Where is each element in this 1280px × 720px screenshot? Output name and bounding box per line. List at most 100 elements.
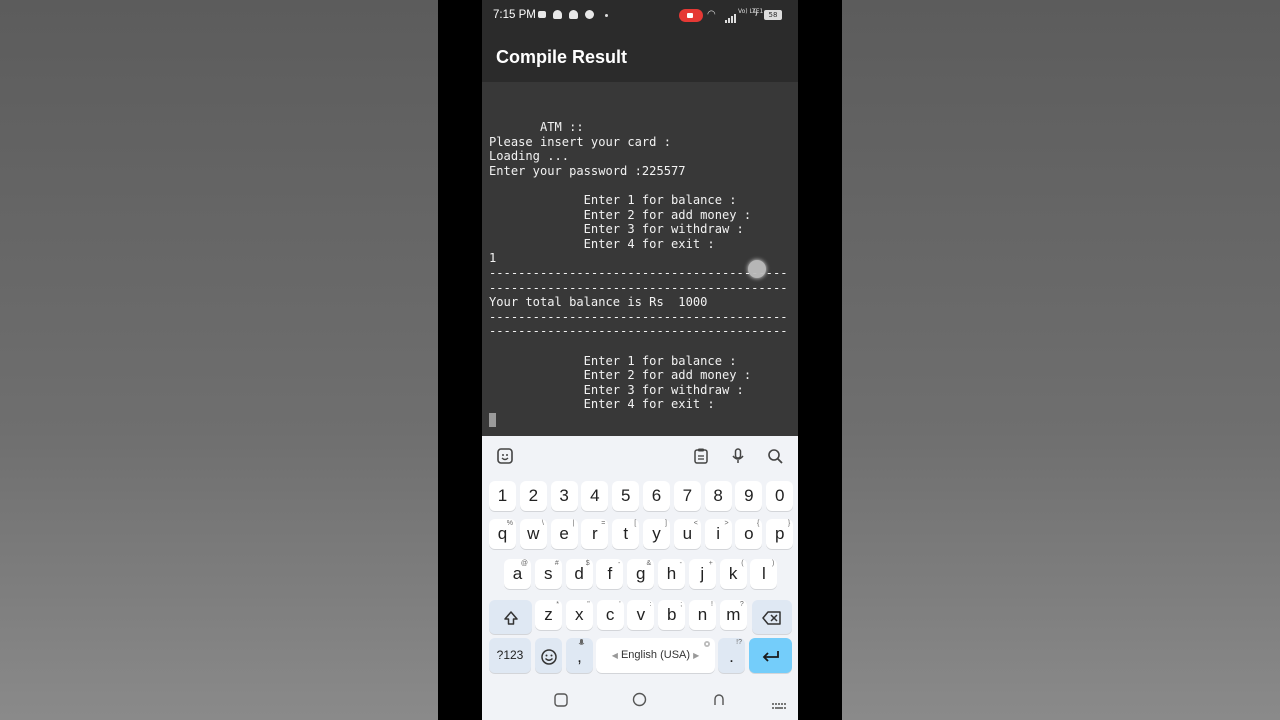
settings-small-icon xyxy=(703,640,711,651)
symbols-key[interactable]: ?123 xyxy=(489,638,531,673)
touch-indicator xyxy=(748,260,766,278)
navigation-bar xyxy=(482,682,798,720)
network-type: Vo) LTE1 xyxy=(738,8,764,15)
key-secondary-label: ! xyxy=(711,601,713,608)
key-secondary-label: ] xyxy=(665,520,667,527)
key-label: v xyxy=(636,605,646,624)
key-c[interactable]: c ' xyxy=(596,600,624,630)
shift-key[interactable] xyxy=(489,600,532,634)
backspace-key[interactable] xyxy=(752,600,792,634)
key-label: 1 xyxy=(497,486,508,505)
message-icon xyxy=(585,10,594,19)
key-label: b xyxy=(666,605,677,624)
key-secondary-label: } xyxy=(787,520,791,527)
key-p[interactable]: p} xyxy=(766,519,794,549)
key-label: 3 xyxy=(559,486,569,505)
charging-icon: ϟ xyxy=(752,8,759,19)
key-r[interactable]: r = xyxy=(581,519,609,549)
key-n[interactable]: n! xyxy=(689,600,716,630)
key-4[interactable]: 4 xyxy=(581,481,609,511)
key-b[interactable]: b; xyxy=(658,600,686,630)
key-q[interactable]: q% xyxy=(489,519,516,549)
background-right xyxy=(842,0,1280,720)
home-icon[interactable] xyxy=(632,692,647,711)
key-secondary-label: | xyxy=(572,520,575,527)
key-m[interactable]: m? xyxy=(719,600,747,630)
console-output-area[interactable]: ATM :: Please insert your card : Loading… xyxy=(482,82,798,436)
key-secondary-label: : xyxy=(649,601,652,608)
key-7[interactable]: 7 xyxy=(673,481,701,511)
key-secondary-label: < xyxy=(693,520,698,527)
clipboard-icon[interactable] xyxy=(692,447,710,465)
key-label: 6 xyxy=(651,486,662,505)
key-label: j xyxy=(700,564,705,583)
key-i[interactable]: i > xyxy=(704,519,732,549)
key-5[interactable]: 5 xyxy=(612,481,640,511)
period-key[interactable]: . !? xyxy=(718,638,745,673)
emoji-key[interactable] xyxy=(535,638,562,673)
key-label: p xyxy=(774,524,785,543)
key-l[interactable]: l) xyxy=(750,559,778,589)
key-label: l xyxy=(762,564,766,583)
key-k[interactable]: k( xyxy=(719,559,747,589)
snapchat-icon xyxy=(553,10,562,19)
recents-icon[interactable] xyxy=(554,692,568,711)
key-1[interactable]: 1 xyxy=(489,481,516,511)
key-label: y xyxy=(652,524,661,543)
key-label: e xyxy=(559,524,569,543)
status-time: 7:15 PM xyxy=(493,9,536,21)
status-bar: 7:15 PM ◠ Vo) LTE1 ϟ 58 xyxy=(482,0,798,32)
comma-key[interactable]: , xyxy=(566,638,593,673)
key-secondary-label: \ xyxy=(541,520,544,527)
key-label: o xyxy=(744,524,754,543)
key-secondary-label: = xyxy=(601,520,606,527)
key-9[interactable]: 9 xyxy=(735,481,763,511)
key-t[interactable]: t[ xyxy=(612,519,640,549)
key-label: u xyxy=(682,524,693,543)
key-u[interactable]: u < xyxy=(673,519,701,549)
sticker-icon[interactable] xyxy=(496,447,514,465)
console-output: ATM :: Please insert your card : Loading… xyxy=(489,120,788,412)
key-g[interactable]: g & xyxy=(627,559,655,589)
key-label: 7 xyxy=(682,486,693,505)
key-d[interactable]: d $ xyxy=(565,559,593,589)
key-label: r xyxy=(592,524,598,543)
key-0[interactable]: 0 xyxy=(766,481,794,511)
key-3[interactable]: 3 xyxy=(550,481,578,511)
hide-keyboard-icon[interactable] xyxy=(712,692,726,711)
search-icon[interactable] xyxy=(766,447,784,465)
key-z[interactable]: z * xyxy=(535,600,562,630)
key-label: 4 xyxy=(590,486,600,505)
key-label: 8 xyxy=(713,486,723,505)
key-label: 9 xyxy=(744,486,754,505)
spacebar-key[interactable]: ◀ English (USA) ▶ xyxy=(596,638,715,673)
key-s[interactable]: s # xyxy=(534,559,562,589)
key-secondary-label: # xyxy=(554,560,559,567)
key-e[interactable]: e | xyxy=(550,519,578,549)
key-v[interactable]: v: xyxy=(627,600,655,630)
video-notification-icon xyxy=(538,11,546,18)
keyboard-switch-icon[interactable] xyxy=(772,696,786,715)
key-x[interactable]: x " xyxy=(565,600,593,630)
key-h[interactable]: h- xyxy=(658,559,685,589)
key-o[interactable]: o{ xyxy=(735,519,763,549)
key-8[interactable]: 8 xyxy=(704,481,732,511)
key-y[interactable]: y] xyxy=(643,519,670,549)
key-6[interactable]: 6 xyxy=(643,481,670,511)
input-cursor[interactable] xyxy=(489,413,496,427)
key-label: x xyxy=(575,605,584,624)
key-label: s xyxy=(544,564,553,583)
key-f[interactable]: f- xyxy=(596,559,624,589)
microphone-icon[interactable] xyxy=(729,447,747,465)
snapchat-icon xyxy=(569,10,578,19)
period-sub-label: !? xyxy=(736,639,742,646)
key-j[interactable]: j + xyxy=(688,559,716,589)
key-2[interactable]: 2 xyxy=(519,481,547,511)
key-w[interactable]: w \ xyxy=(519,519,547,549)
spacebar-language: English (USA) xyxy=(620,649,691,661)
key-secondary-label: $ xyxy=(585,560,590,567)
key-label: m xyxy=(726,605,741,624)
phone-screen: 7:15 PM ◠ Vo) LTE1 ϟ 58 Compile Result A… xyxy=(482,0,798,720)
key-a[interactable]: a @ xyxy=(504,559,531,589)
enter-key[interactable] xyxy=(749,638,792,673)
